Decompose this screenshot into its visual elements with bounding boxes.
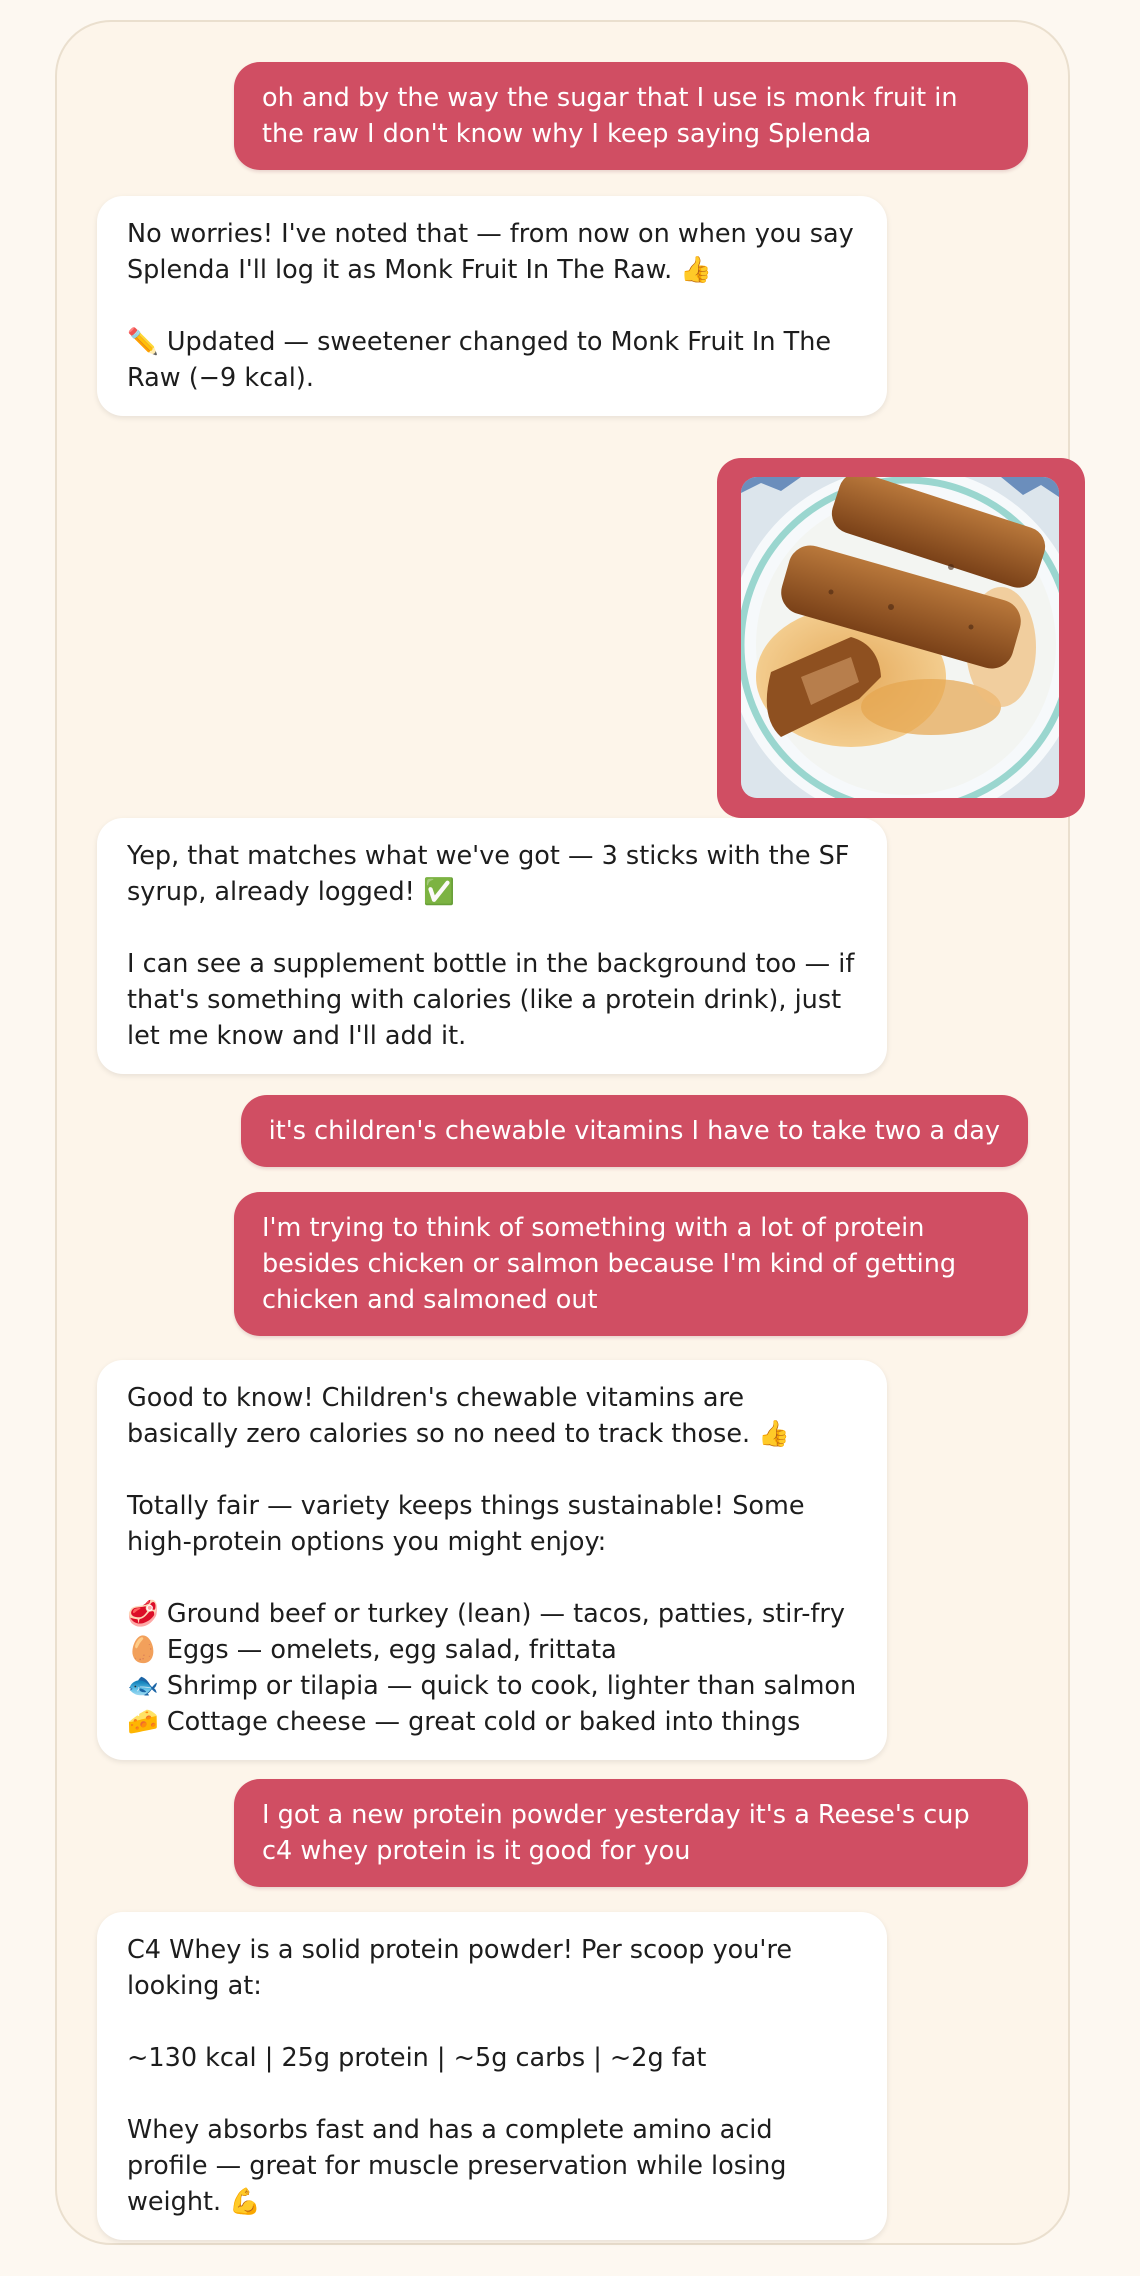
chat-panel: oh and by the way the sugar that I use i… [55,20,1085,2245]
assistant-message: Good to know! Children's chewable vitami… [97,1360,887,1760]
user-photo-message[interactable] [717,458,1085,818]
assistant-message: No worries! I've noted that — from now o… [97,196,887,416]
user-message: it's children's chewable vitamins I have… [240,1095,1028,1167]
french-toast-sticks-photo [741,477,1059,798]
user-message: I'm trying to think of something with a … [234,1192,1028,1336]
user-message: oh and by the way the sugar that I use i… [234,62,1028,170]
user-message: I got a new protein powder yesterday it'… [234,1779,1028,1887]
assistant-message: C4 Whey is a solid protein powder! Per s… [97,1912,887,2240]
assistant-message: Yep, that matches what we've got — 3 sti… [97,818,887,1074]
